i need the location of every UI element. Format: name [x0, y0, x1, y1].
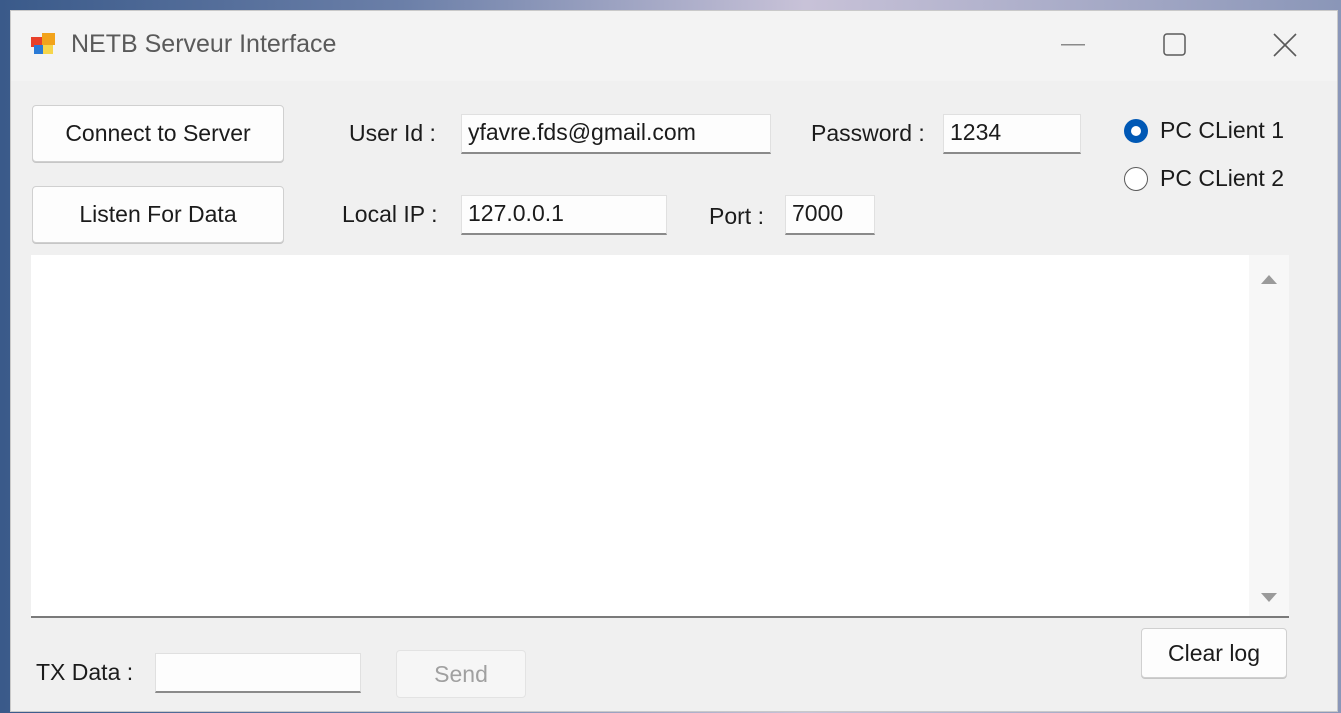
user-id-label: User Id : — [349, 120, 436, 146]
maximize-icon — [1163, 33, 1186, 56]
radio-label: PC CLient 2 — [1160, 165, 1285, 191]
tx-data-field[interactable] — [155, 653, 361, 693]
password-label: Password : — [811, 120, 925, 146]
listen-for-data-button[interactable]: Listen For Data — [32, 186, 284, 243]
radio-unselected-icon — [1124, 166, 1148, 191]
app-window: NETB Serveur Interface Connect to Server… — [10, 10, 1338, 712]
close-button[interactable] — [1255, 25, 1315, 65]
connect-to-server-button[interactable]: Connect to Server — [32, 105, 284, 162]
radio-selected-icon — [1124, 118, 1148, 143]
clear-log-button[interactable]: Clear log — [1141, 628, 1287, 678]
port-field[interactable]: 7000 — [785, 195, 875, 235]
app-icon — [31, 33, 55, 54]
scroll-up-arrow-icon[interactable] — [1261, 275, 1277, 284]
port-label: Port : — [709, 203, 764, 229]
send-button[interactable]: Send — [396, 650, 526, 698]
maximize-button[interactable] — [1145, 25, 1205, 65]
radio-pc-client-2[interactable]: PC CLient 2 — [1124, 165, 1284, 192]
local-ip-label: Local IP : — [342, 201, 438, 227]
window-title: NETB Serveur Interface — [71, 30, 337, 58]
radio-pc-client-1[interactable]: PC CLient 1 — [1124, 117, 1284, 144]
title-bar[interactable]: NETB Serveur Interface — [11, 11, 1337, 81]
close-icon — [1273, 33, 1297, 57]
user-id-field[interactable]: yfavre.fds@gmail.com — [461, 114, 771, 154]
local-ip-field[interactable]: 127.0.0.1 — [461, 195, 667, 235]
scroll-down-arrow-icon[interactable] — [1261, 593, 1277, 602]
password-field[interactable]: 1234 — [943, 114, 1081, 154]
minimize-button[interactable] — [1043, 25, 1103, 65]
minimize-icon — [1061, 44, 1085, 46]
log-scrollbar[interactable] — [1249, 255, 1289, 616]
radio-label: PC CLient 1 — [1160, 117, 1285, 143]
log-textarea[interactable] — [31, 255, 1289, 618]
tx-data-label: TX Data : — [36, 659, 134, 685]
